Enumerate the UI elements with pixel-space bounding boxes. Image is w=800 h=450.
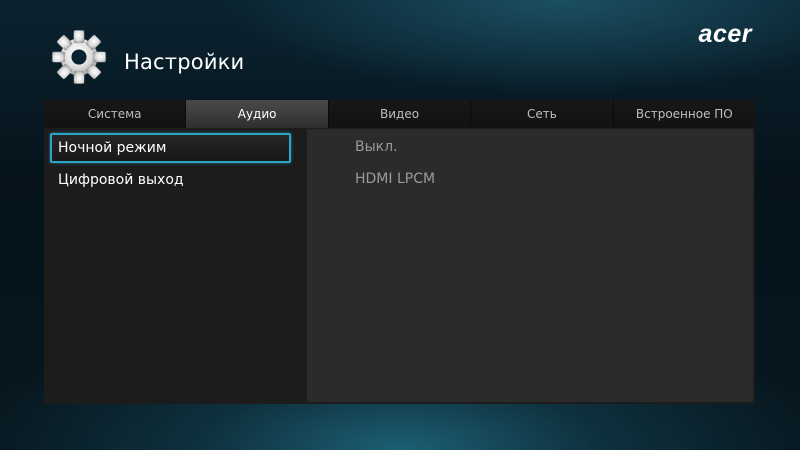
tab-video[interactable]: Видео	[328, 100, 472, 128]
settings-item-night-mode[interactable]: Ночной режим	[50, 133, 291, 163]
settings-list: Ночной режим Цифровой выход	[50, 133, 291, 197]
settings-panel: Система Аудио Видео Сеть Встроенное ПО Н…	[44, 100, 756, 404]
digital-output-value: HDMI LPCM	[355, 171, 436, 187]
tab-system[interactable]: Система	[44, 100, 187, 128]
gear-icon	[52, 30, 106, 84]
tab-audio[interactable]: Аудио	[186, 100, 329, 128]
tab-network[interactable]: Сеть	[471, 100, 614, 128]
night-mode-value: Выкл.	[355, 139, 398, 155]
tab-bar: Система Аудио Видео Сеть Встроенное ПО	[44, 100, 756, 128]
settings-item-digital-output[interactable]: Цифровой выход	[50, 165, 291, 195]
page-title: Настройки	[124, 50, 245, 74]
brand-logo: acer	[698, 20, 752, 48]
tab-firmware[interactable]: Встроенное ПО	[613, 100, 756, 128]
values-pane: Выкл. HDMI LPCM	[307, 129, 753, 402]
